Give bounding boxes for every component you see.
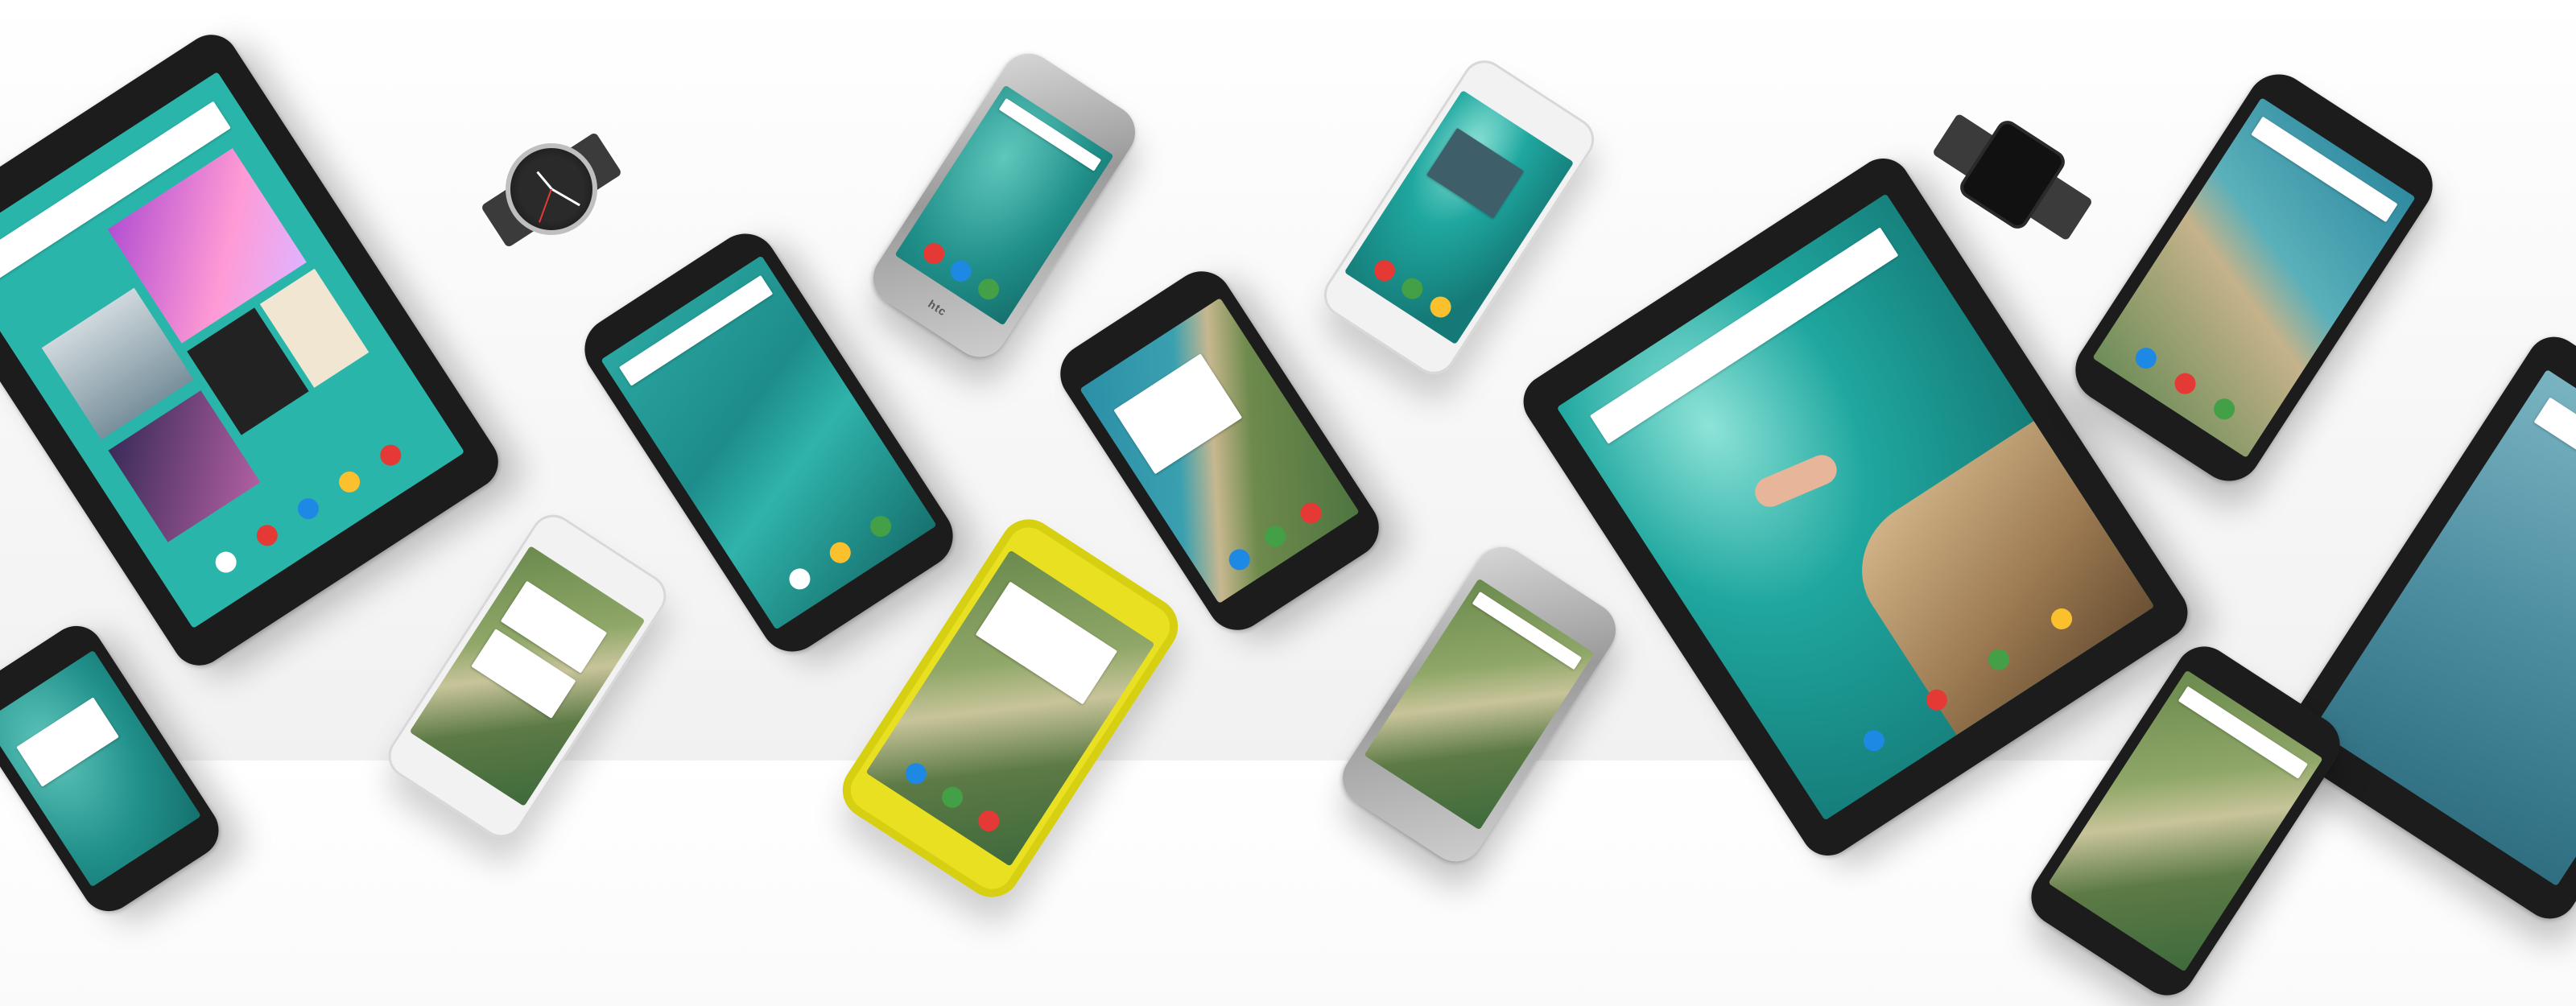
- phone-yellow-screen: [865, 550, 1155, 867]
- app-dock: [1364, 253, 1460, 325]
- photo-card: [1426, 127, 1524, 219]
- moto-360-watch: [480, 121, 623, 258]
- lg-g-watch: [1931, 113, 2094, 241]
- app-icon: [252, 521, 282, 550]
- tablet-music-screen: ⚲: [0, 72, 465, 629]
- app-icon: [2210, 394, 2239, 423]
- phone-bottom-left-screen: [0, 649, 201, 888]
- app-icon: [919, 238, 948, 268]
- app-dock: [774, 505, 907, 601]
- app-icon: [974, 806, 1004, 836]
- search-bar: [619, 274, 774, 386]
- app-icon: [1296, 498, 1326, 528]
- phone-moto-screen: [1080, 298, 1360, 604]
- app-icon: [294, 494, 324, 524]
- app-icon: [785, 564, 815, 594]
- phone-samsung-top: [1315, 52, 1603, 383]
- app-dock: [892, 753, 1013, 842]
- app-icon: [947, 257, 976, 287]
- phone-bottom-right-screen: [2048, 670, 2323, 972]
- app-icon: [1859, 726, 1889, 756]
- app-icon: [1426, 292, 1455, 322]
- phone-samsung-bottom: [379, 505, 675, 847]
- watch-time: [1992, 142, 2051, 180]
- phone-htc: htc: [862, 43, 1146, 368]
- tablet-far-right-screen: [2314, 369, 2576, 887]
- app-icon: [866, 511, 896, 541]
- tablet-music: ⚲: [0, 24, 509, 676]
- cliff-rocks: [1835, 420, 2155, 736]
- hour-hand: [536, 171, 553, 190]
- app-icon: [1369, 255, 1399, 285]
- app-icon: [335, 467, 365, 497]
- watch-face: [506, 143, 597, 235]
- app-dock: [2121, 336, 2249, 430]
- search-bar: [2178, 686, 2308, 779]
- phone-samsung-top-screen: [1344, 89, 1575, 345]
- phone-right-top: [2062, 62, 2446, 493]
- notification-card: [1113, 353, 1242, 475]
- app-icon: [1261, 522, 1290, 551]
- phone-htc-bottom-screen: [1364, 578, 1595, 831]
- search-bar: [2250, 116, 2398, 223]
- app-icon: [938, 782, 967, 812]
- search-bar: [2533, 396, 2576, 561]
- app-icon: [376, 440, 406, 470]
- search-bar: [1472, 592, 1582, 670]
- app-icon: [825, 538, 855, 567]
- tablet-diver-screen: [1556, 193, 2155, 821]
- app-icon: [211, 547, 241, 577]
- app-icon: [2132, 344, 2161, 373]
- notification-card: [975, 581, 1117, 705]
- tablet-diver: [1513, 147, 2198, 867]
- app-icon: [1397, 274, 1427, 303]
- search-bar: [998, 97, 1102, 172]
- app-dock: [1216, 493, 1335, 579]
- phone-htc-screen: [894, 85, 1114, 326]
- diver-figure: [1750, 450, 1843, 512]
- phone-samsung-bottom-screen: [409, 545, 646, 807]
- watch-date: [1979, 161, 2039, 200]
- notification-card: [16, 697, 119, 787]
- app-icon: [2170, 369, 2200, 398]
- app-icon: [901, 759, 931, 789]
- tablet-far-right: [2274, 326, 2576, 930]
- phone-right-top-screen: [2092, 97, 2416, 458]
- app-icon: [974, 274, 1004, 304]
- minute-hand: [551, 188, 580, 207]
- second-hand: [539, 188, 552, 223]
- phone-htc-bottom: [1331, 536, 1627, 872]
- app-icon: [1224, 545, 1254, 575]
- search-bar: [1589, 227, 1899, 444]
